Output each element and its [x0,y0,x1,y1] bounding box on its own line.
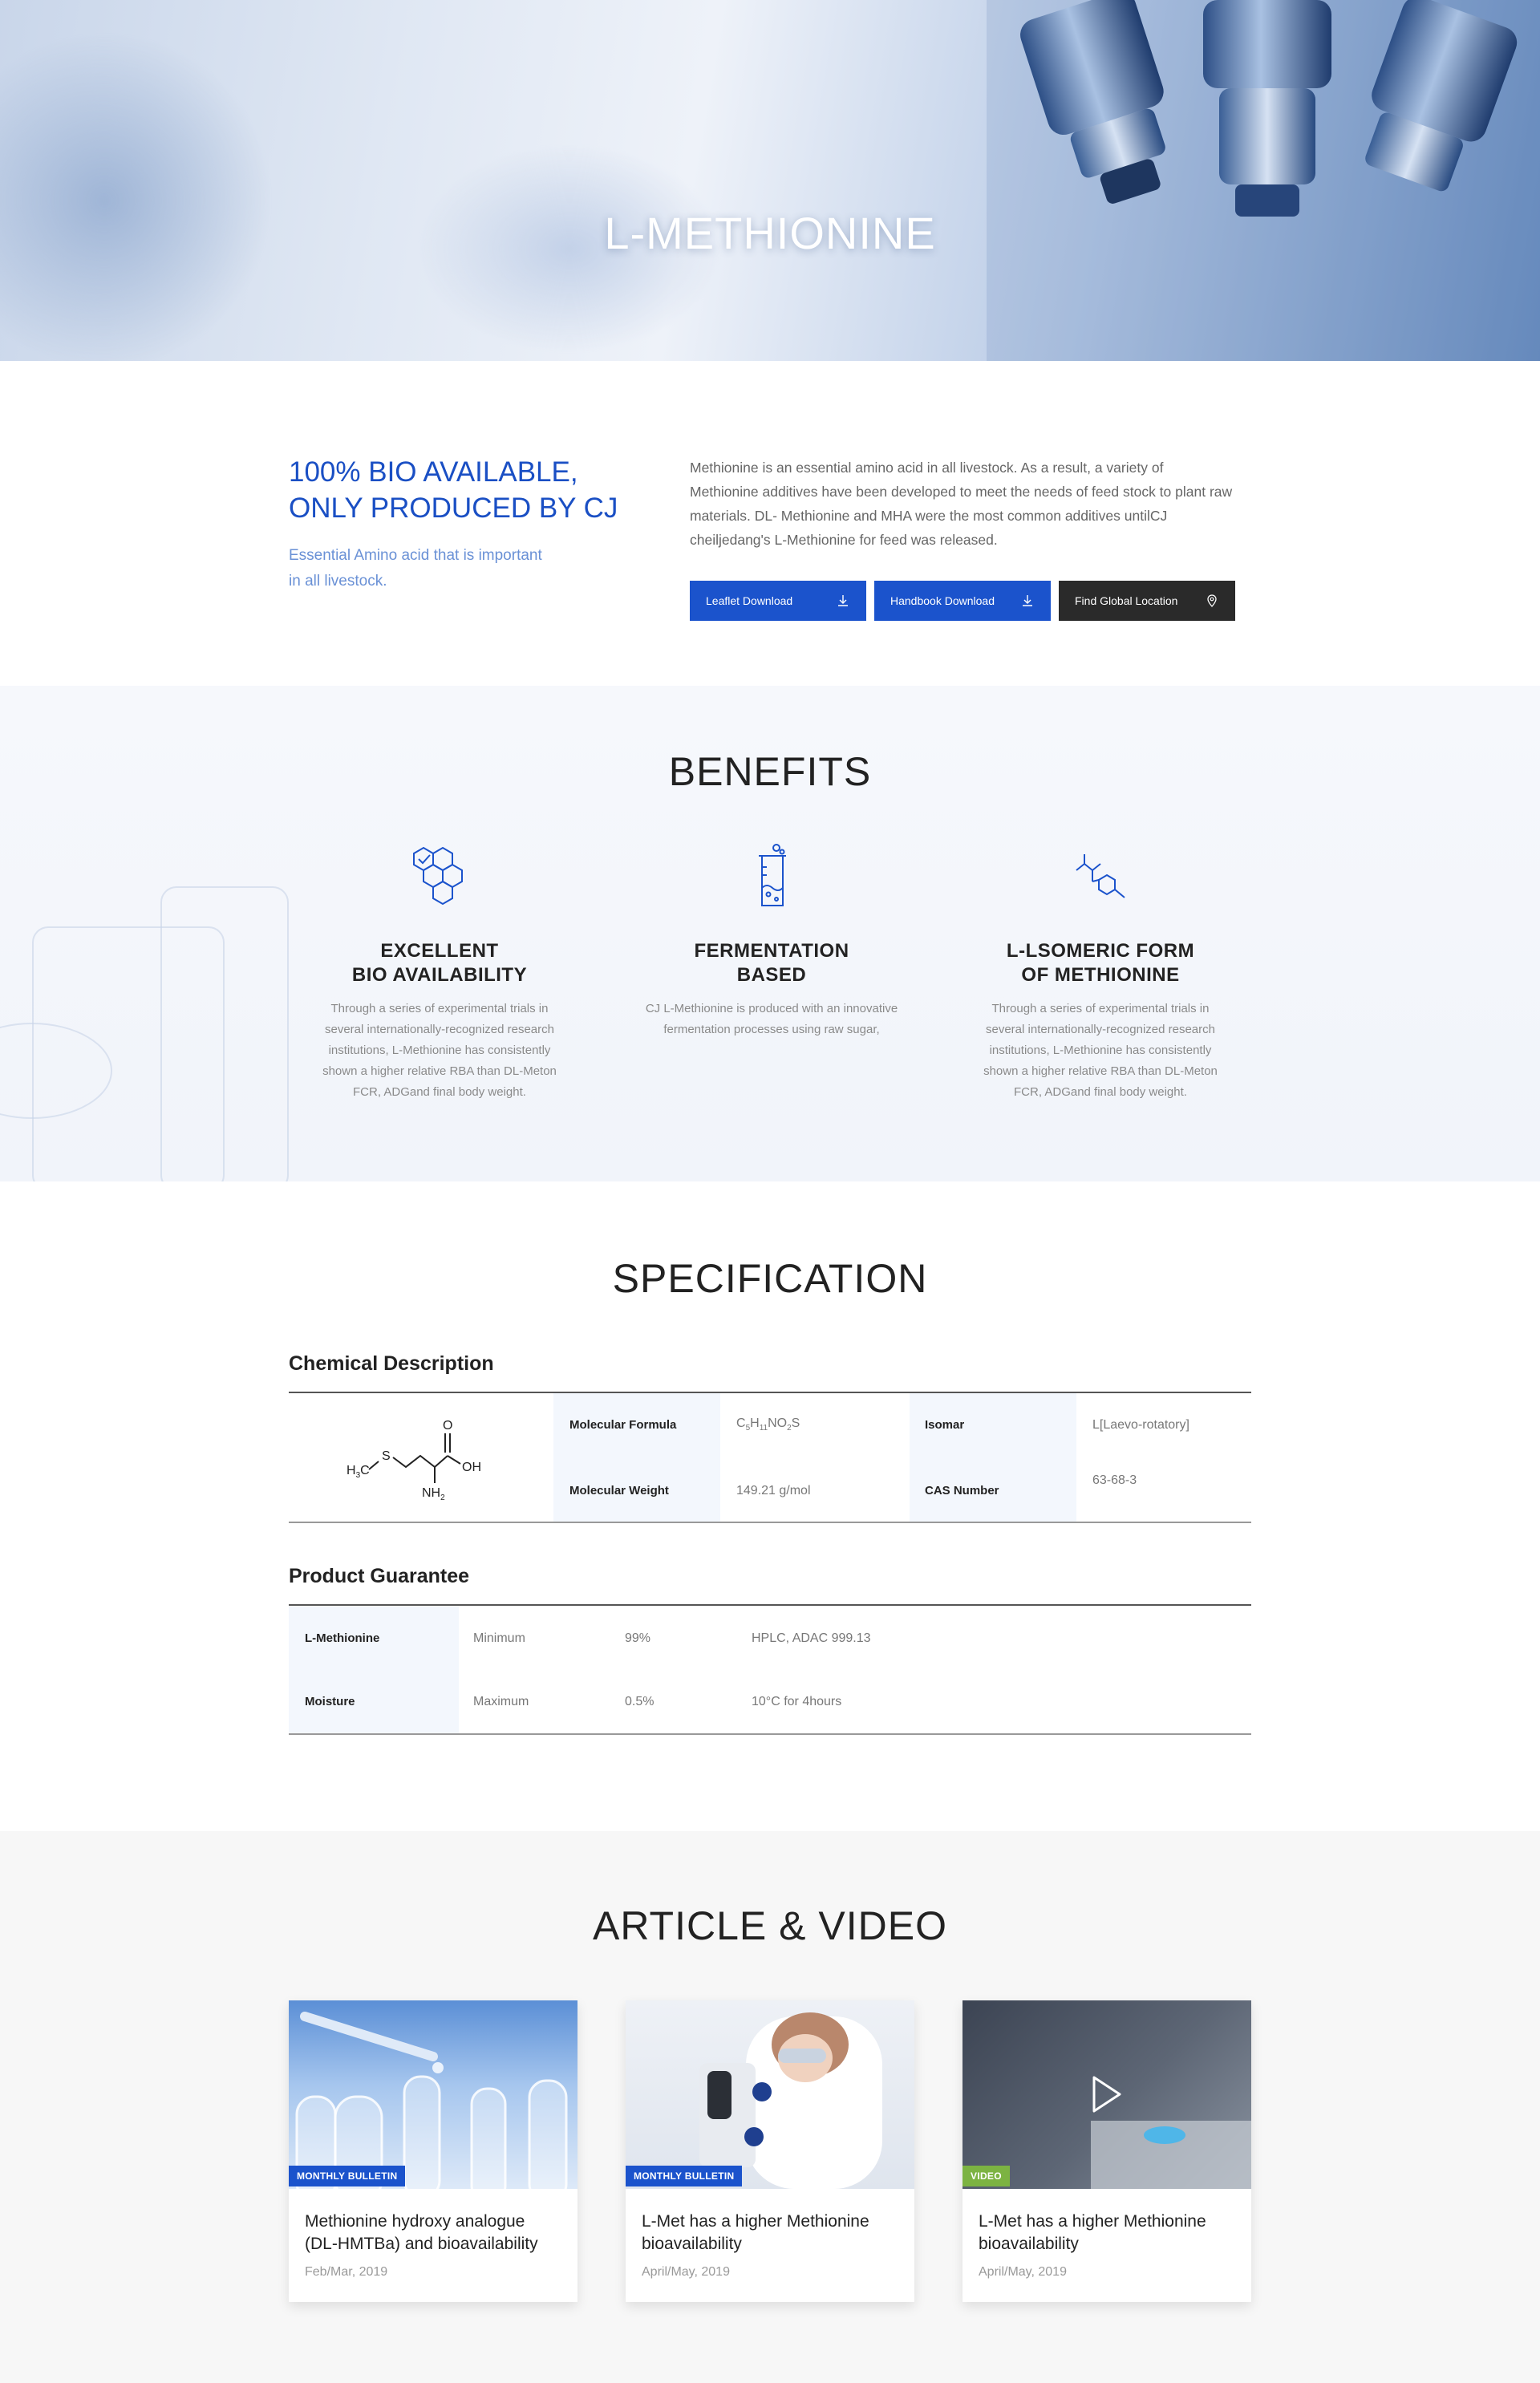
table-top-rule [289,1392,1251,1393]
benefits-section: BENEFITS EXCELLENT BIO AVAILABILITY Thro… [0,686,1540,1181]
article-title: L-Met has a higher Methionine bioavailab… [642,2212,869,2253]
scientist-microscope-image [699,2012,882,2189]
intro-sub-line: in all livestock. [289,573,387,590]
benefit-item: FERMENTATION BASED CJ L-Methionine is pr… [635,838,908,1040]
article-thumbnail: MONTHLY BULLETIN [626,2000,914,2189]
benefit-title-line: FERMENTATION [694,940,849,962]
article-date: April/May, 2019 [642,2265,730,2279]
benefit-title-line: EXCELLENT [380,940,499,962]
benefit-title: FERMENTATION BASED [635,939,908,987]
guarantee-method: 10°C for 4hours [752,1695,842,1708]
article-thumbnail: MONTHLY BULLETIN [289,2000,578,2189]
benefit-item: L-LSOMERIC FORM OF METHIONINE Through a … [964,838,1237,1103]
cas-number-label: CAS Number [925,1484,999,1497]
guarantee-limit: Maximum [473,1695,529,1708]
molecular-label-column [553,1393,720,1523]
article-title: Methionine hydroxy analogue (DL-HMTBa) a… [305,2212,538,2253]
article-card[interactable]: MONTHLY BULLETIN L-Met has a higher Meth… [626,2000,914,2302]
molecular-weight-label: Molecular Weight [569,1484,669,1497]
chemical-description-title: Chemical Description [289,1352,494,1375]
page-title: L-METHIONINE [604,208,936,258]
article-badge: MONTHLY BULLETIN [626,2166,743,2186]
handbook-download-button[interactable]: Handbook Download [874,581,1051,621]
guarantee-method: HPLC, ADAC 999.13 [752,1631,871,1645]
sulfur-label: S [382,1449,391,1463]
hero-bg-blur [0,32,273,361]
download-icon [838,595,848,606]
specification-title: SPECIFICATION [612,1256,928,1301]
articles-title: ARTICLE & VIDEO [593,1903,947,1948]
cas-number-value: 63-68-3 [1092,1473,1137,1487]
article-card[interactable]: MONTHLY BULLETIN Methionine hydroxy anal… [289,2000,578,2302]
find-global-location-label: Find Global Location [1075,594,1178,607]
benefit-title-line: L-LSOMERIC FORM [1006,940,1195,962]
download-icon [1023,595,1032,606]
location-pin-icon [1207,594,1217,607]
guarantee-limit: Minimum [473,1631,525,1645]
benefit-text: Through a series of experimental trials … [983,1002,1218,1099]
leaflet-download-label: Leaflet Download [706,594,793,607]
test-tubes-image [295,2012,568,2189]
lab-glass-decoration [160,886,289,1181]
intro-heading-line: 100% BIO AVAILABLE, [289,456,578,488]
article-title: L-Met has a higher Methionine bioavailab… [979,2212,1206,2253]
guarantee-value: 99% [625,1631,651,1645]
oxygen-label: O [443,1419,452,1433]
benefit-text: Through a series of experimental trials … [322,1002,557,1099]
beaker-icon [759,844,786,906]
intro-heading: 100% BIO AVAILABLE, ONLY PRODUCED BY CJ [289,454,642,526]
hero-banner: L-METHIONINE [0,0,1540,361]
amine-label: NH2 [422,1486,445,1502]
find-global-location-button[interactable]: Find Global Location [1059,581,1235,621]
isomar-value: L[Laevo-rotatory] [1092,1418,1189,1432]
guarantee-label-column [289,1606,459,1734]
article-date: Feb/Mar, 2019 [305,2265,388,2279]
isomar-label-column [910,1393,1076,1523]
benefit-title-line: BIO AVAILABILITY [351,964,528,986]
methionine-structure-diagram: H3C S O OH NH2 [346,1419,481,1502]
microscope-image [987,0,1540,361]
handbook-download-label: Handbook Download [890,594,995,607]
intro-description: Methionine is an essential amino acid in… [690,460,1233,548]
article-card[interactable]: VIDEO L-Met has a higher Methionine bioa… [962,2000,1251,2302]
intro-heading-line: ONLY PRODUCED BY CJ [289,492,618,524]
article-badge: VIDEO [962,2166,1010,2186]
table-bottom-rule [289,1522,1251,1523]
molecular-weight-value: 149.21 g/mol [736,1484,811,1497]
guarantee-value: 0.5% [625,1695,654,1708]
benefit-item: EXCELLENT BIO AVAILABILITY Through a ser… [303,838,576,1103]
leaflet-download-button[interactable]: Leaflet Download [690,581,866,621]
table-bottom-rule [289,1733,1251,1735]
hydroxyl-label: OH [462,1461,481,1474]
intro-sub-line: Essential Amino acid that is important [289,547,542,564]
molecular-formula-label: Molecular Formula [569,1418,677,1432]
h3c-label: H3C [346,1464,370,1480]
isomar-label: Isomar [925,1418,965,1432]
benefit-title-line: BASED [736,964,807,986]
guarantee-name: L-Methionine [305,1631,380,1645]
molecular-formula-value: C5H11NO2S [736,1416,800,1433]
benefit-title: L-LSOMERIC FORM OF METHIONINE [964,939,1237,987]
play-icon[interactable] [1091,2074,1123,2114]
article-badge: MONTHLY BULLETIN [289,2166,406,2186]
guarantee-name: Moisture [305,1695,355,1708]
benefit-text: CJ L-Methionine is produced with an inno… [645,1002,898,1036]
intro-subheading: Essential Amino acid that is important i… [289,543,594,594]
benefit-title: EXCELLENT BIO AVAILABILITY [303,939,576,987]
article-thumbnail: VIDEO [962,2000,1251,2189]
article-date: April/May, 2019 [979,2265,1067,2279]
molecule-icon [1076,854,1125,898]
benefit-title-line: OF METHIONINE [1021,964,1180,986]
hexagon-check-icon [413,846,463,906]
product-guarantee-title: Product Guarantee [289,1565,470,1587]
benefits-title: BENEFITS [668,749,872,794]
